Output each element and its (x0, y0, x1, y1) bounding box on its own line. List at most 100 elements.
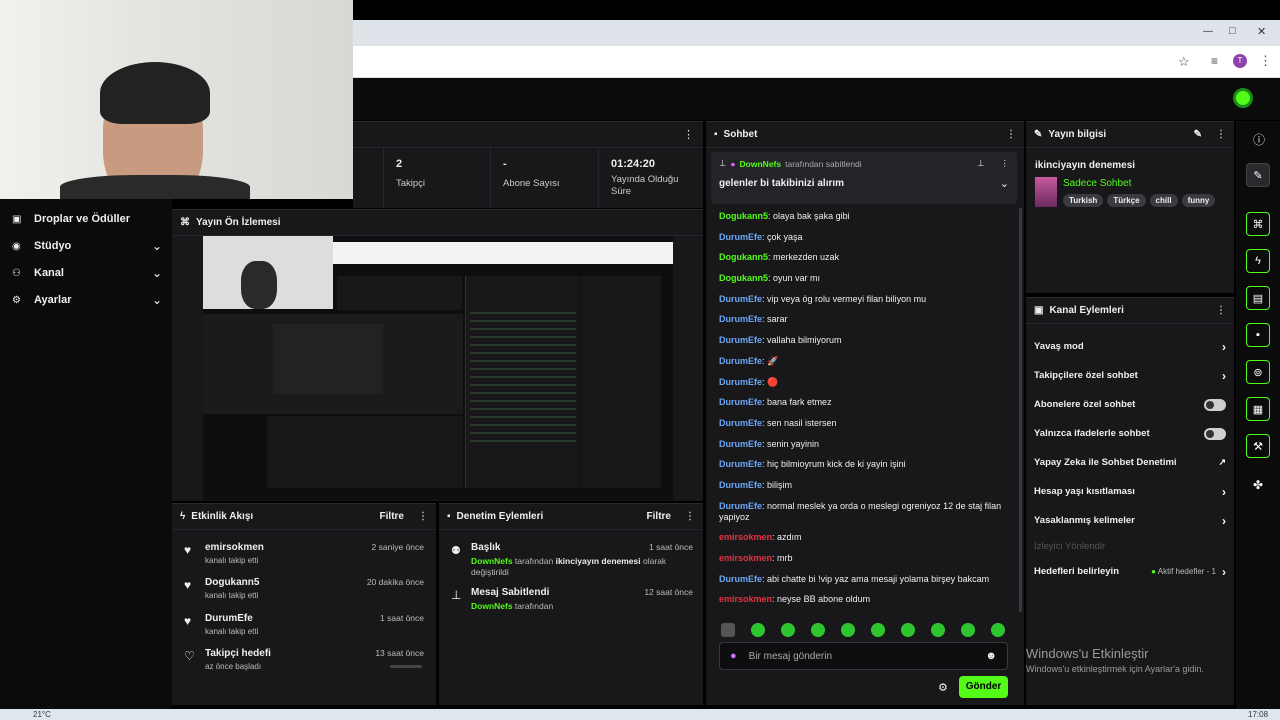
chat-username[interactable]: DurumEfe (719, 232, 762, 242)
chat-username[interactable]: Dogukann5 (719, 211, 768, 221)
sidebar-item-drops[interactable]: ▣ Droplar ve Ödüller (12, 211, 162, 227)
menu-dots-icon[interactable]: ⋮ (685, 511, 695, 522)
tag: chill (1149, 194, 1178, 207)
emoji-icon[interactable]: ☻ (985, 650, 997, 662)
chat-username[interactable]: Dogukann5 (719, 252, 768, 262)
action-ai-moderation[interactable]: Yapay Zeka ile Sohbet Denetimi ↗ (1026, 448, 1234, 477)
emote-icon[interactable] (991, 623, 1005, 637)
chat-username[interactable]: emirsokmen (719, 532, 772, 542)
shapes-icon[interactable]: ✤ (1253, 478, 1263, 492)
toggle-switch[interactable] (1204, 398, 1226, 411)
chat-scrollbar[interactable] (1019, 208, 1022, 612)
emote-icon[interactable] (871, 623, 885, 637)
chat-username[interactable]: Dogukann5 (719, 273, 768, 283)
star-icon[interactable]: ☆ (1178, 54, 1190, 70)
menu-dots-icon[interactable]: ⋮ (1216, 305, 1226, 316)
chat-text: neyse BB abone oldum (777, 594, 871, 605)
chat-username[interactable]: DurumEfe (719, 574, 762, 584)
preview-icon[interactable]: ⌘ (1246, 212, 1270, 236)
chat-username[interactable]: DurumEfe (719, 480, 762, 490)
emote-icon[interactable] (781, 623, 795, 637)
user-avatar[interactable] (1233, 88, 1253, 108)
sidebar-item-settings[interactable]: ⚙ Ayarlar ⌄ (12, 292, 162, 308)
layout-icon[interactable]: ▦ (1246, 397, 1270, 421)
profile-avatar[interactable]: T (1233, 54, 1247, 68)
media-icon[interactable]: ≡ (1211, 54, 1218, 68)
menu-dots-icon[interactable]: ⋮ (1001, 158, 1010, 169)
action-slow-mode[interactable]: Yavaş mod › (1026, 332, 1234, 361)
action-banned-words[interactable]: Yasaklanmış kelimeler › (1026, 506, 1234, 535)
edit-icon[interactable]: ✎ (1194, 129, 1202, 140)
weather-text: 21°C (33, 710, 51, 719)
action-emotes-only[interactable]: Yalnızca ifadelerle sohbet (1026, 419, 1234, 448)
pinned-body: gelenler bi takibinizi alırım ⌄ (719, 177, 1009, 190)
chat-username[interactable]: DurumEfe (719, 314, 762, 324)
stat-label: Abone Sayısı (503, 178, 560, 189)
chat-input[interactable]: ● Bir mesaj gönderin ☻ (719, 642, 1008, 670)
chat-username[interactable]: DurumEfe (719, 294, 762, 304)
chat-text: mrb (777, 553, 793, 563)
pin-icon: ⊥ (451, 588, 462, 602)
emote-icon[interactable] (841, 623, 855, 637)
stats-panel: ⋮ 2 Takipçi - Abone Sayısı 01:24:20 Yayı… (353, 121, 703, 208)
chat-username[interactable]: DurumEfe (719, 335, 762, 345)
bolt-icon[interactable]: ϟ (1246, 249, 1270, 273)
moderation-title: Denetim Eylemleri (456, 511, 544, 522)
broadcast-icon[interactable]: ⊚ (1246, 360, 1270, 384)
filter-button[interactable]: Filtre (647, 511, 671, 522)
sidebar-item-studio[interactable]: ◉ Stüdyo ⌄ (12, 238, 162, 254)
chat-message: DurumEfe: hiç bilmioyrum kick de ki yayi… (719, 459, 1017, 470)
chevron-down-icon[interactable]: ⌄ (1000, 177, 1009, 190)
unpin-icon[interactable]: ⊥ (977, 158, 984, 169)
menu-dots-icon[interactable]: ⋮ (683, 128, 694, 141)
wrench-icon[interactable]: ⚒ (1246, 434, 1270, 458)
chat-message: emirsokmen: mrb (719, 553, 1017, 564)
chat-username[interactable]: DurumEfe (719, 439, 762, 449)
chat-username[interactable]: DurumEfe (719, 377, 762, 387)
close-button[interactable]: ✕ (1257, 25, 1266, 38)
chat-username[interactable]: DurumEfe (719, 501, 762, 511)
toggle-switch[interactable] (1204, 427, 1226, 440)
chat-username[interactable]: emirsokmen (719, 553, 772, 563)
sidebar-item-channel[interactable]: ⚇ Kanal ⌄ (12, 265, 162, 281)
users-icon: ⚇ (12, 267, 21, 279)
chat-settings-icon[interactable]: ⚙ (938, 681, 948, 694)
chat-username[interactable]: emirsokmen (719, 594, 772, 604)
minimize-button[interactable]: — (1203, 26, 1213, 37)
chat-bubble-icon[interactable]: ▪ (1246, 323, 1270, 347)
chat-message: DurumEfe: çok yaşa (719, 232, 1017, 243)
chat-text: hiç bilmioyrum kick de ki yayin işini (767, 459, 906, 470)
document-icon[interactable]: ▤ (1246, 286, 1270, 310)
moderation-desc: DownNefs tarafından (471, 601, 671, 611)
chat-username[interactable]: DurumEfe (719, 356, 762, 366)
chat-username[interactable]: DurumEfe (719, 397, 762, 407)
menu-dots-icon[interactable]: ⋮ (1006, 129, 1016, 140)
nested-stats (337, 276, 462, 310)
emote-icon[interactable] (901, 623, 915, 637)
emote-icon[interactable] (961, 623, 975, 637)
filter-button[interactable]: Filtre (380, 511, 404, 522)
category-name[interactable]: Sadece Sohbet (1063, 178, 1131, 189)
info-icon[interactable]: ⓘ (1253, 131, 1265, 148)
menu-dots-icon[interactable]: ⋮ (418, 511, 428, 522)
pinned-message[interactable]: ⊥ ● DownNefs tarafından sabitlendi ⊥ ⋮ g… (711, 152, 1017, 204)
emote-icon[interactable] (931, 623, 945, 637)
emote-icon[interactable] (751, 623, 765, 637)
action-followers-only[interactable]: Takipçilere özel sohbet › (1026, 361, 1234, 390)
edit-icon[interactable]: ✎ (1246, 163, 1270, 187)
preview-video[interactable] (203, 236, 673, 500)
action-account-age[interactable]: Hesap yaşı kısıtlaması › (1026, 477, 1234, 506)
menu-dots-icon[interactable]: ⋮ (1216, 129, 1226, 140)
chat-text: 🔴 (767, 376, 779, 387)
action-set-goals[interactable]: Hedefleri belirleyin ● Aktif hedefler - … (1026, 557, 1234, 586)
maximize-button[interactable]: □ (1229, 25, 1236, 37)
chat-username[interactable]: DurumEfe (719, 418, 762, 428)
send-button[interactable]: Gönder (959, 676, 1008, 698)
avatar-emote[interactable] (721, 623, 735, 637)
emote-icon[interactable] (811, 623, 825, 637)
menu-icon[interactable]: ⋮ (1259, 53, 1272, 69)
channel-actions-title: Kanal Eylemleri (1049, 305, 1124, 316)
chat-username[interactable]: DurumEfe (719, 459, 762, 469)
pinned-by: tarafından sabitlendi (785, 158, 862, 169)
action-subscribers-only[interactable]: Abonelere özel sohbet (1026, 390, 1234, 419)
